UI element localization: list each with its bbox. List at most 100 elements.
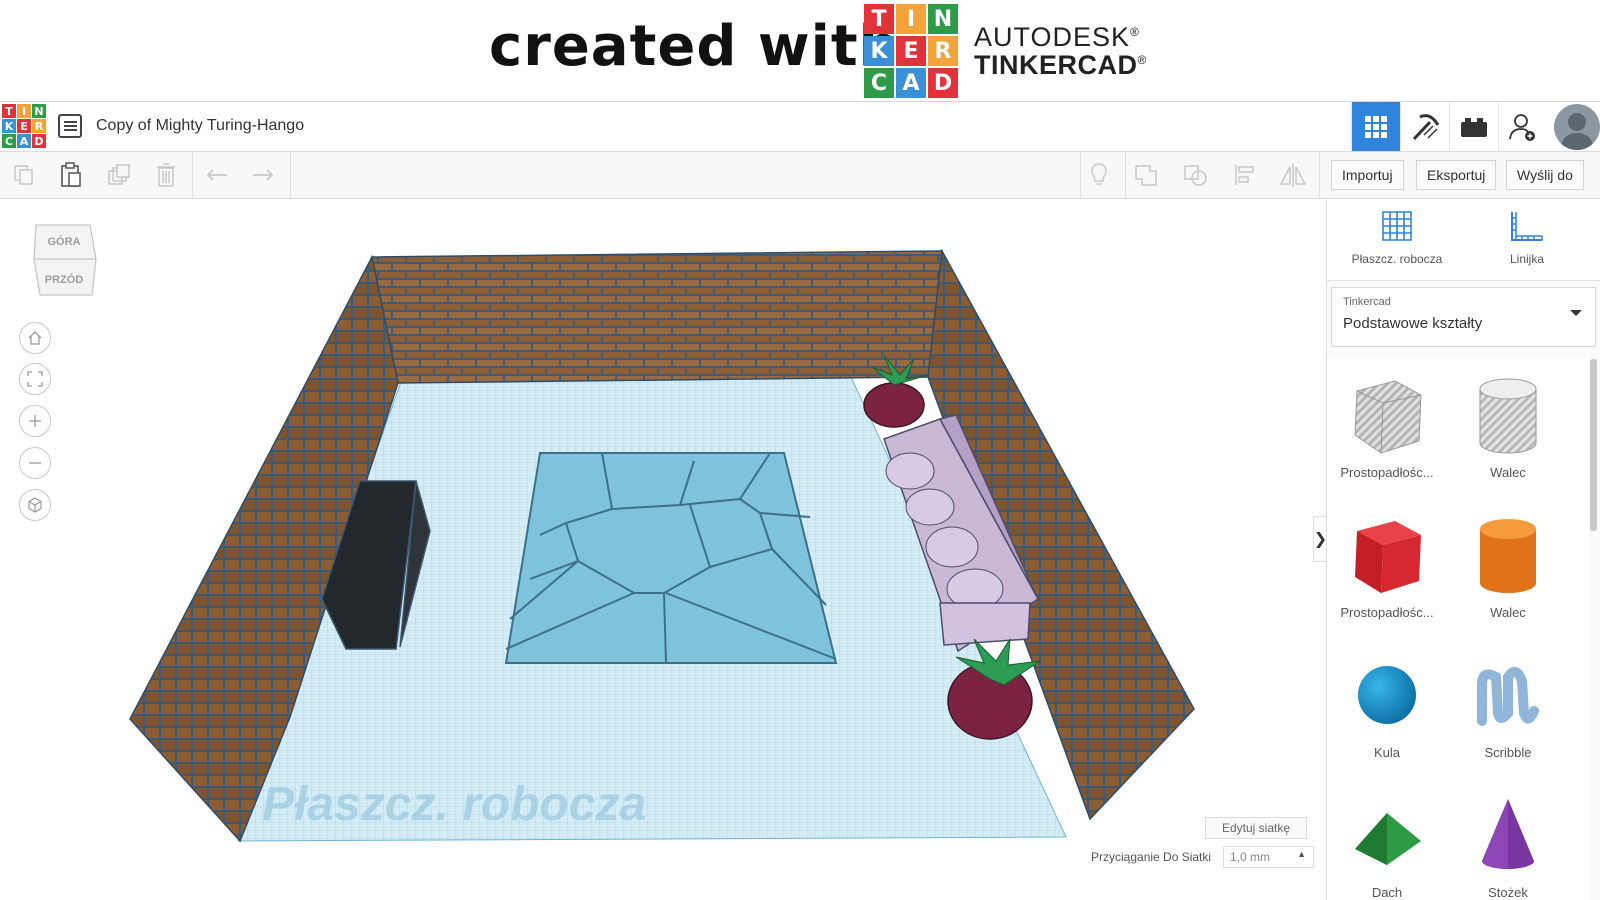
- logo-letter: C: [2, 134, 16, 148]
- home-view-icon[interactable]: [19, 322, 51, 354]
- shape-item[interactable]: Prostopadłośc...: [1327, 505, 1447, 641]
- shape-label: Scribble: [1484, 745, 1532, 760]
- send-to-button[interactable]: Wyślij do: [1506, 160, 1584, 190]
- shape-label: Stożek: [1488, 885, 1528, 900]
- shape-item[interactable]: Dach: [1327, 785, 1447, 900]
- library-name: Podstawowe kształty: [1343, 315, 1483, 332]
- logo-letter: D: [32, 134, 46, 148]
- zoom-out-icon[interactable]: [19, 447, 51, 479]
- shape-label: Dach: [1371, 885, 1403, 900]
- design-title[interactable]: Copy of Mighty Turing-Hango: [96, 117, 304, 135]
- back-brick-wall[interactable]: [371, 250, 943, 384]
- workplane-tool[interactable]: Płaszcz. robocza: [1337, 209, 1457, 266]
- lightbulb-icon[interactable]: [1084, 160, 1114, 190]
- toolbar-divider: [290, 152, 291, 199]
- toolbar-divider: [1080, 152, 1081, 199]
- brand-line-1: AUTODESK: [974, 22, 1131, 52]
- logo-letter: R: [928, 36, 958, 66]
- logo-letter: E: [17, 119, 31, 133]
- edit-toolbar: Importuj Eksportuj Wyślij do: [0, 152, 1600, 199]
- workplane-tool-label: Płaszcz. robocza: [1351, 252, 1443, 266]
- scribble-icon: [1477, 666, 1539, 726]
- app-header: T I N K E R C A D Copy of Mighty Turing-…: [0, 102, 1600, 152]
- workplane-icon: [1382, 211, 1412, 241]
- snap-grid-label: Przyciąganie Do Siatki: [1091, 850, 1212, 864]
- shape-item[interactable]: Scribble: [1448, 645, 1568, 781]
- logo-letter: K: [864, 36, 894, 66]
- shape-item[interactable]: Kula: [1327, 645, 1447, 781]
- group-icon[interactable]: [1132, 160, 1162, 190]
- logo-letter: N: [32, 104, 46, 118]
- logo-letter: N: [928, 4, 958, 34]
- logo-letter: A: [17, 134, 31, 148]
- registered-mark: ®: [1130, 25, 1140, 39]
- panel-collapse-icon[interactable]: ❯: [1313, 516, 1326, 562]
- lego-brick-icon[interactable]: [1449, 102, 1498, 151]
- shape-label: Prostopadłośc...: [1340, 605, 1434, 620]
- grid-view-icon[interactable]: [1351, 102, 1400, 151]
- pickaxe-icon[interactable]: [1400, 102, 1449, 151]
- scene-3d[interactable]: [0, 199, 1326, 900]
- mirror-icon[interactable]: [1278, 160, 1308, 190]
- snap-grid-select[interactable]: 1,0 mm ▲: [1223, 846, 1314, 868]
- toolbar-divider: [1319, 152, 1320, 199]
- ruler-tool[interactable]: Linijka: [1467, 209, 1587, 266]
- shape-item[interactable]: Walec: [1448, 505, 1568, 641]
- logo-letter: K: [2, 119, 16, 133]
- shape-label: Prostopadłośc...: [1340, 465, 1434, 480]
- ruler-icon: [1511, 212, 1543, 241]
- add-user-icon[interactable]: [1498, 102, 1547, 151]
- panel-scrollbar[interactable]: [1590, 359, 1597, 531]
- voronoi-rug[interactable]: [504, 452, 838, 664]
- dropdown-caret-icon: [1570, 310, 1582, 316]
- paste-icon[interactable]: [56, 160, 86, 190]
- import-button[interactable]: Importuj: [1331, 160, 1404, 190]
- logo-letter: T: [864, 4, 894, 34]
- view-cube[interactable]: GÓRA PRZÓD: [30, 221, 98, 301]
- logo-letter: I: [896, 4, 926, 34]
- workplane-viewport[interactable]: GÓRA PRZÓD Płaszcz. robocza Edytuj siatk…: [0, 199, 1326, 900]
- cone-icon: [1482, 799, 1534, 869]
- shape-label: Walec: [1490, 605, 1526, 620]
- viewcube-top-label: GÓRA: [48, 235, 81, 248]
- fit-view-icon[interactable]: [19, 363, 51, 395]
- panel-tools: Płaszcz. robocza Linijka: [1327, 199, 1600, 281]
- snap-grid-value: 1,0 mm: [1230, 850, 1271, 864]
- select-arrow-icon: ▲: [1297, 849, 1306, 859]
- logo-letter: E: [896, 36, 926, 66]
- shape-label: Kula: [1373, 745, 1401, 760]
- box-hole-icon: [1354, 380, 1422, 454]
- design-list-icon[interactable]: [58, 114, 82, 138]
- workplane-watermark: Płaszcz. robocza: [262, 778, 647, 831]
- autodesk-tinkercad-wordmark: AUTODESK® TINKERCAD®: [974, 22, 1147, 81]
- undo-icon[interactable]: [202, 160, 232, 190]
- shape-grid: Prostopadłośc... Walec Prostopadłośc...: [1327, 357, 1589, 900]
- brand-line-2: TINKERCAD: [974, 50, 1138, 80]
- tinkercad-home-logo[interactable]: T I N K E R C A D: [2, 104, 46, 148]
- shape-item[interactable]: Prostopadłośc...: [1327, 365, 1447, 501]
- align-icon[interactable]: [1230, 160, 1260, 190]
- user-avatar[interactable]: [1554, 104, 1600, 150]
- zoom-in-icon[interactable]: [19, 405, 51, 437]
- registered-mark: ®: [1137, 53, 1147, 67]
- shape-library-select[interactable]: Tinkercad Podstawowe kształty: [1331, 287, 1596, 347]
- shape-item[interactable]: Walec: [1448, 365, 1568, 501]
- tinkercad-logo-large: T I N K E R C A D: [864, 4, 958, 98]
- promo-banner: created with T I N K E R C A D AUTODESK®…: [0, 0, 1600, 102]
- ruler-tool-label: Linijka: [1509, 252, 1545, 266]
- logo-letter: R: [32, 119, 46, 133]
- logo-letter: I: [17, 104, 31, 118]
- copy-icon[interactable]: [9, 160, 39, 190]
- cylinder-hole-icon: [1479, 378, 1537, 454]
- logo-letter: C: [864, 68, 894, 98]
- export-button[interactable]: Eksportuj: [1416, 160, 1497, 190]
- delete-icon[interactable]: [151, 160, 181, 190]
- shape-item[interactable]: Stożek: [1448, 785, 1568, 900]
- shape-label: Walec: [1490, 465, 1526, 480]
- edit-grid-button[interactable]: Edytuj siatkę: [1205, 817, 1308, 839]
- redo-icon[interactable]: [248, 160, 278, 190]
- perspective-icon[interactable]: [19, 489, 51, 521]
- ungroup-icon[interactable]: [1181, 160, 1211, 190]
- duplicate-icon[interactable]: [104, 160, 134, 190]
- banner-text: created with: [489, 14, 900, 79]
